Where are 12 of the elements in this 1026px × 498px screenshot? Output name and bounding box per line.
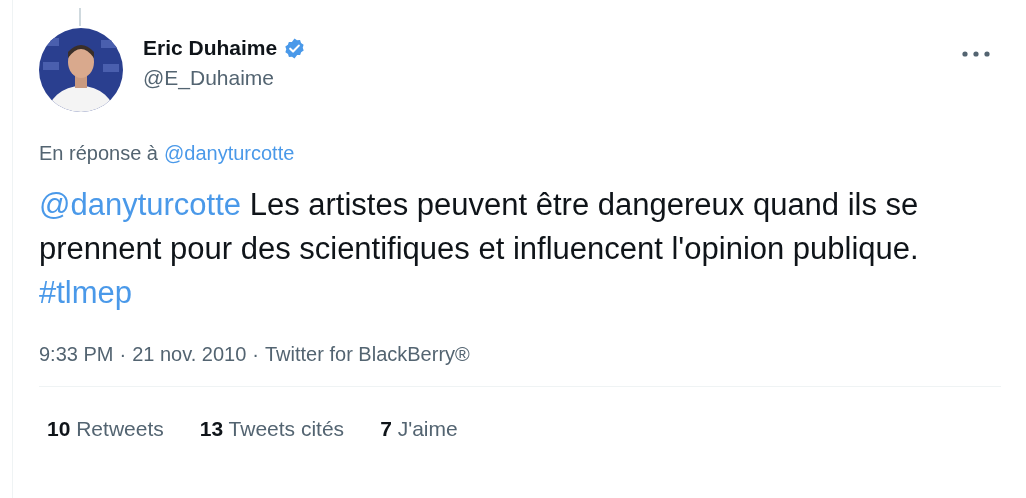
separator: · <box>252 343 259 366</box>
stat-link[interactable]: 7 J'aime <box>380 417 458 441</box>
stat-link[interactable]: 13 Tweets cités <box>199 417 345 441</box>
tweet-text: @danyturcotte Les artistes peuvent être dangereux quand ils se prennent pour des scientifiques et influencent l'opinion publique. #tlmep <box>39 186 920 312</box>
author-handle[interactable]: @E_Duhaime <box>143 66 307 90</box>
reply-label: En réponse à <box>39 142 158 165</box>
stat-link[interactable]: 10 Retweets <box>47 417 164 441</box>
tweet-time[interactable]: 9:33 PM <box>39 343 114 366</box>
author-name[interactable]: Eric Duhaime <box>143 36 278 60</box>
separator: · <box>119 343 127 366</box>
tweet-source: Twitter for BlackBerry® <box>265 343 470 366</box>
tweet-date[interactable]: 21 nov. 2010 <box>132 343 247 366</box>
